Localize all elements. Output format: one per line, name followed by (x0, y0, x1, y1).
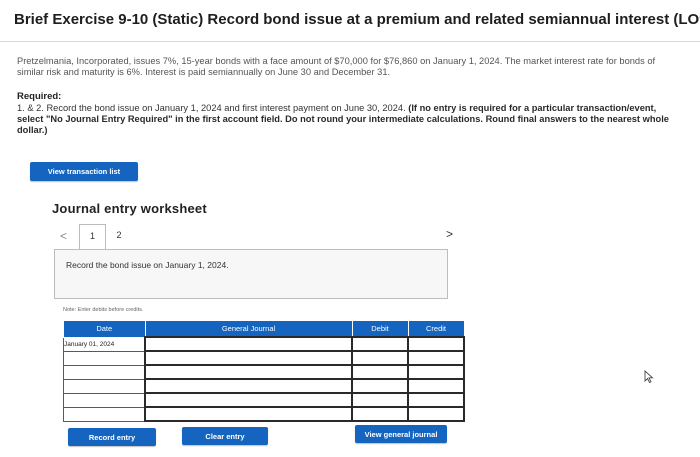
debit-input[interactable] (351, 336, 409, 352)
date-cell[interactable] (63, 364, 146, 380)
account-input[interactable] (144, 336, 353, 352)
account-input[interactable] (144, 350, 353, 366)
record-entry-button[interactable]: Record entry (68, 428, 156, 446)
table-row: January 01, 2024 (63, 336, 465, 352)
title-divider (0, 41, 700, 42)
credit-input[interactable] (407, 364, 465, 380)
account-input[interactable] (144, 406, 353, 422)
required-heading: Required: (17, 91, 62, 102)
column-header-date: Date (63, 320, 146, 338)
date-cell[interactable] (63, 392, 146, 408)
debit-input[interactable] (351, 378, 409, 394)
page-title: Brief Exercise 9-10 (Static) Record bond… (14, 11, 700, 28)
required-task: 1. & 2. Record the bond issue on January… (17, 103, 406, 113)
instruction-box: Record the bond issue on January 1, 2024… (54, 249, 448, 299)
debit-input[interactable] (351, 350, 409, 366)
debit-input[interactable] (351, 406, 409, 422)
mouse-pointer-icon (644, 369, 654, 386)
debit-input[interactable] (351, 392, 409, 408)
debit-input[interactable] (351, 364, 409, 380)
credit-input[interactable] (407, 378, 465, 394)
worksheet-title: Journal entry worksheet (52, 201, 207, 216)
problem-text: Pretzelmania, Incorporated, issues 7%, 1… (17, 56, 656, 77)
next-arrow-icon[interactable]: > (446, 227, 453, 241)
account-input[interactable] (144, 378, 353, 394)
instruction-text: Record the bond issue on January 1, 2024… (66, 260, 229, 270)
required-text: 1. & 2. Record the bond issue on January… (17, 103, 677, 136)
date-cell[interactable] (63, 378, 146, 394)
view-general-journal-button[interactable]: View general journal (355, 425, 447, 443)
account-input[interactable] (144, 392, 353, 408)
clear-entry-button[interactable]: Clear entry (182, 427, 268, 445)
credit-input[interactable] (407, 406, 465, 422)
column-header-debit: Debit (351, 320, 409, 338)
credit-input[interactable] (407, 336, 465, 352)
table-row (63, 406, 465, 422)
date-cell[interactable] (63, 350, 146, 366)
prev-arrow-icon[interactable]: < (60, 229, 67, 243)
tab-2[interactable]: 2 (108, 224, 130, 246)
date-cell[interactable] (63, 406, 146, 422)
view-transaction-list-button[interactable]: View transaction list (30, 162, 138, 181)
table-row (63, 364, 465, 380)
note-text: Note: Enter debits before credits. (63, 307, 144, 313)
column-header-general-journal: General Journal (144, 320, 353, 338)
tab-1[interactable]: 1 (79, 224, 106, 251)
table-row (63, 350, 465, 366)
column-header-credit: Credit (407, 320, 465, 338)
credit-input[interactable] (407, 350, 465, 366)
table-row (63, 392, 465, 408)
table-row (63, 378, 465, 394)
account-input[interactable] (144, 364, 353, 380)
journal-table: Date General Journal Debit Credit Januar… (63, 320, 465, 422)
credit-input[interactable] (407, 392, 465, 408)
date-cell[interactable]: January 01, 2024 (63, 336, 146, 352)
